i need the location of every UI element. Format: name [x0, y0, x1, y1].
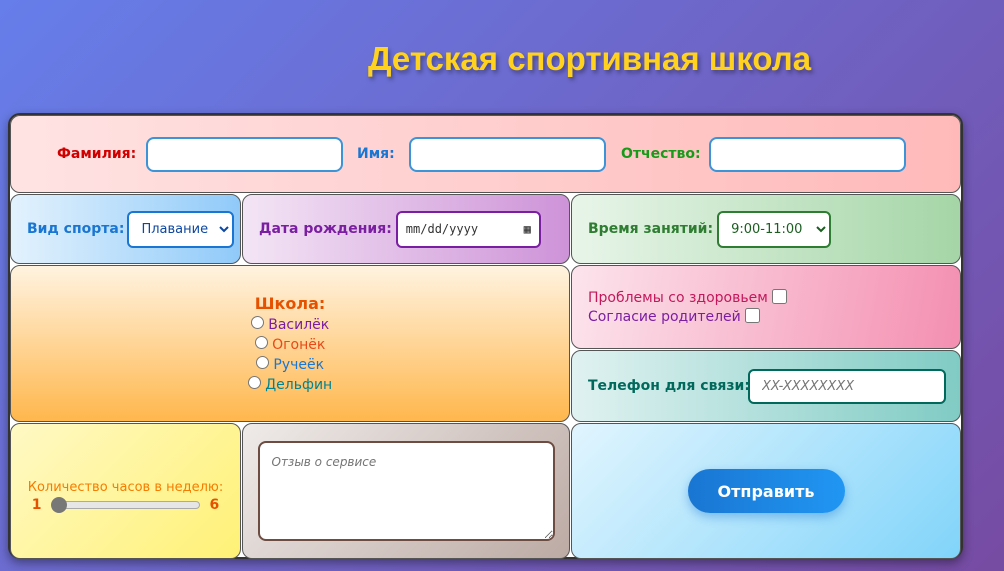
birth-placeholder: mm/dd/yyyy	[405, 222, 479, 236]
health-checkbox[interactable]	[772, 289, 788, 304]
hours-slider-row: 1 6	[31, 496, 220, 513]
consent-checkbox[interactable]	[745, 308, 761, 323]
consent-check[interactable]: Согласие родителей	[588, 308, 761, 325]
hours-slider[interactable]	[50, 496, 200, 513]
school-option-label: Огонёк	[272, 337, 326, 353]
phone-label: Телефон для связи:	[588, 378, 750, 394]
patronymic-input[interactable]	[709, 136, 906, 172]
name-row: Фамилия: Имя: Отчество:	[10, 115, 961, 193]
hours-slider-thumb[interactable]	[50, 496, 67, 513]
checks-cell: Проблемы со здоровьем Согласие родителей	[571, 265, 961, 349]
name-label: Имя:	[357, 146, 395, 162]
school-option-delfin[interactable]: Дельфин	[247, 376, 333, 393]
health-check[interactable]: Проблемы со здоровьем	[588, 289, 788, 306]
surname-input[interactable]	[146, 136, 343, 172]
birth-date-input[interactable]: mm/dd/yyyy ▦	[395, 210, 541, 248]
phone-input[interactable]	[748, 368, 946, 404]
submit-cell: Отправить	[571, 423, 961, 559]
phone-cell: Телефон для связи:	[571, 350, 961, 422]
sport-cell: Вид спорта: Плавание	[10, 194, 241, 264]
review-textarea[interactable]	[257, 441, 555, 541]
page-title: Детская спортивная школа	[368, 40, 812, 77]
school-option-label: Дельфин	[265, 377, 333, 393]
hours-max: 6	[209, 496, 220, 513]
hours-label: Количество часов в неделю:	[27, 479, 224, 495]
time-label: Время занятий:	[588, 221, 714, 237]
school-option-rucheek[interactable]: Ручеёк	[255, 356, 325, 373]
submit-button[interactable]: Отправить	[687, 469, 845, 513]
school-option-vasilek[interactable]: Василёк	[250, 316, 330, 333]
patronymic-label: Отчество:	[621, 146, 701, 162]
school-radio[interactable]	[250, 316, 264, 329]
school-option-ogonek[interactable]: Огонёк	[254, 336, 326, 353]
school-option-label: Василёк	[268, 317, 330, 333]
registration-form: Фамилия: Имя: Отчество: Вид спорта: Плав…	[8, 113, 963, 559]
calendar-icon[interactable]: ▦	[524, 222, 531, 236]
hours-cell: Количество часов в неделю: 1 6	[10, 423, 241, 559]
school-radio[interactable]	[255, 356, 269, 369]
hours-min: 1	[31, 496, 42, 513]
school-option-label: Ручеёк	[273, 357, 325, 373]
time-select[interactable]: 9:00-11:00	[717, 210, 832, 248]
school-radio[interactable]	[254, 336, 268, 349]
name-input[interactable]	[409, 136, 606, 172]
time-cell: Время занятий: 9:00-11:00	[571, 194, 961, 264]
school-label: Школа:	[254, 294, 326, 313]
birth-label: Дата рождения:	[259, 221, 392, 237]
consent-label: Согласие родителей	[588, 309, 741, 325]
sport-select[interactable]: Плавание	[127, 210, 235, 248]
school-radio[interactable]	[247, 376, 261, 389]
health-label: Проблемы со здоровьем	[588, 290, 768, 306]
birth-cell: Дата рождения: mm/dd/yyyy ▦	[242, 194, 570, 264]
surname-label: Фамилия:	[57, 146, 137, 162]
school-cell: Школа: Василёк Огонёк Ручеёк Дельфин	[10, 265, 570, 422]
review-cell	[242, 423, 570, 559]
sport-label: Вид спорта:	[27, 221, 125, 237]
